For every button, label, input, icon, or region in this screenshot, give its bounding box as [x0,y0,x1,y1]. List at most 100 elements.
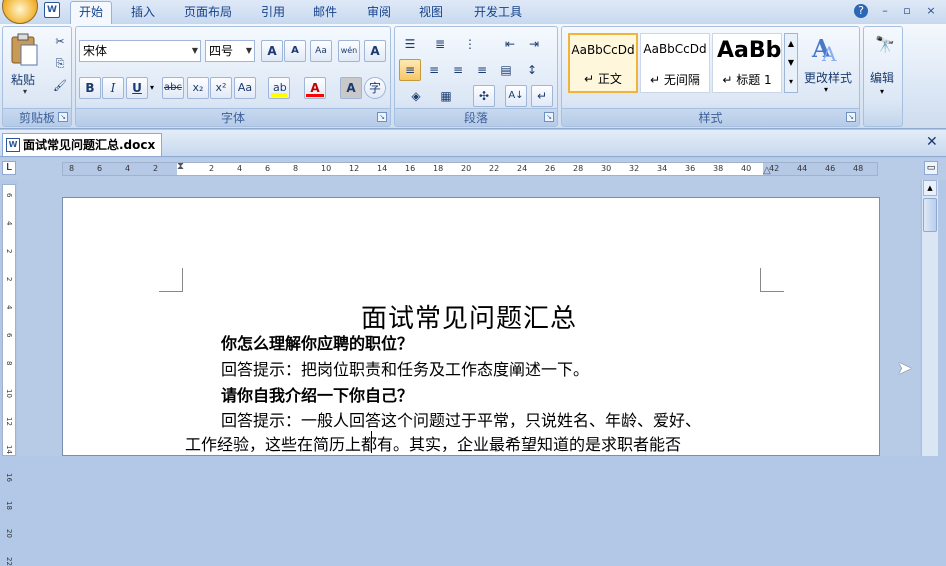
distributed-icon[interactable]: ▤ [495,59,517,81]
minimize-ribbon-button[interactable]: – [876,4,894,18]
styles-launcher-icon[interactable]: ↘ [846,112,856,122]
document-tab[interactable]: W 面试常见问题汇总.docx [2,133,162,156]
enclose-characters-button[interactable]: 字 [364,77,386,99]
line-spacing-icon[interactable]: ↕ [521,59,543,81]
ruler-tick-label: 34 [657,164,668,173]
vertical-scrollbar[interactable]: ▲ [921,180,938,456]
editing-button[interactable]: 编辑 [870,69,894,86]
cut-icon[interactable]: ✂ [49,31,71,53]
bold-button[interactable]: B [79,77,101,99]
font-launcher-icon[interactable]: ↘ [377,112,387,122]
shading-icon[interactable]: ◈ [405,85,427,107]
paste-icon[interactable] [9,33,41,67]
change-case-button[interactable]: Aa [234,77,256,99]
strikethrough-button[interactable]: abc [162,77,184,99]
style-no-spacing[interactable]: AaBbCcDd ↵ 无间隔 [640,33,710,93]
tab-selector-icon[interactable]: L [2,161,16,175]
vertical-ruler[interactable]: 6 4 2 2 4 6 8 10 12 14 16 18 20 22 [2,184,16,566]
horizontal-ruler[interactable]: 8 6 4 2 2 4 6 8 10 12 14 16 18 20 22 24 26 28 30 32 34 36 38 40… [62,161,878,176]
ruler-tick-label: 12 [349,164,360,173]
italic-button[interactable]: I [102,77,124,99]
bullets-icon[interactable]: ☰ [399,33,421,55]
tab-review[interactable]: 审阅 [364,2,394,24]
grow-font-button[interactable]: A [261,40,283,62]
crop-mark [159,268,183,292]
ruler-tick-label: 12 [5,417,13,426]
ruler-tick-label: 8 [5,361,13,366]
font-name-combo[interactable]: 宋体 ▼ [79,40,201,62]
tab-view[interactable]: 视图 [416,2,446,24]
ruler-tick-label: 2 [153,164,159,173]
change-styles-button[interactable]: 更改样式 [804,69,852,86]
ruler-tick-label: 38 [713,164,724,173]
style-sample: AaBbCcDd [571,43,635,57]
paste-dropdown-icon[interactable]: ▾ [23,87,27,96]
style-heading-1[interactable]: AaBb ↵ 标题 1 [712,33,782,93]
numbering-icon[interactable]: ≣ [429,33,451,55]
superscript-button[interactable]: x² [210,77,232,99]
help-button[interactable]: ? [854,4,868,18]
ruler-tick-label: 2 [5,249,13,254]
ribbon-tab-bar: W 开始 插入 页面布局 引用 邮件 审阅 视图 开发工具 ? – ▫ × [0,0,946,25]
underline-button[interactable]: U [126,77,148,99]
character-border-button[interactable]: A [364,40,386,62]
underline-dropdown-icon[interactable]: ▾ [150,83,154,92]
shrink-font-button[interactable]: A [284,40,306,62]
decrease-indent-icon[interactable]: ⇤ [499,33,521,55]
clear-format-icon[interactable]: Aa [310,40,332,62]
paragraph-launcher-icon[interactable]: ↘ [544,112,554,122]
font-size-combo[interactable]: 四号 ▼ [205,40,255,62]
editing-dropdown-icon[interactable]: ▾ [880,87,884,96]
close-button[interactable]: × [922,4,940,18]
ruler-tick-label: 4 [125,164,131,173]
font-color-swatch [306,94,324,97]
subscript-button[interactable]: x₂ [187,77,209,99]
highlight-icon[interactable]: ab [268,77,290,99]
clipboard-launcher-icon[interactable]: ↘ [58,112,68,122]
view-ruler-icon[interactable]: ▭ [924,161,938,175]
style-sample: AaBbCcDd [643,42,707,56]
show-marks-icon[interactable]: ↵ [531,85,553,107]
character-shading-button[interactable]: A [340,77,362,99]
office-button[interactable] [2,0,38,24]
svg-text:ab: ab [273,81,287,94]
change-styles-icon[interactable]: AA [810,33,840,66]
tab-mailings[interactable]: 邮件 [310,2,340,24]
ruler-tick-label: 48 [853,164,864,173]
word-icon[interactable]: W [44,2,60,18]
document-page[interactable]: 面试常见问题汇总 你怎么理解你应聘的职位？ 回答提示：把岗位职责和任务及工作态度… [62,197,880,456]
close-document-icon[interactable]: ✕ [926,134,938,150]
tab-references[interactable]: 引用 [258,2,288,24]
increase-indent-icon[interactable]: ⇥ [523,33,545,55]
ruler-tick-label: 4 [5,221,13,226]
tab-developer[interactable]: 开发工具 [470,2,526,24]
phonetic-guide-button[interactable]: wén [338,40,360,62]
style-normal[interactable]: AaBbCcDd ↵ 正文 [568,33,638,93]
font-group-label: 字体 [76,108,390,126]
right-indent-marker-icon[interactable]: △ [763,165,771,176]
tab-page-layout[interactable]: 页面布局 [180,2,236,24]
align-right-icon[interactable]: ≡ [447,59,469,81]
sort-icon[interactable]: A↓ [505,85,527,107]
asian-layout-icon[interactable]: ✣ [473,85,495,107]
align-center-icon[interactable]: ≡ [423,59,445,81]
restore-button[interactable]: ▫ [898,4,916,18]
align-left-icon[interactable]: ≡ [399,59,421,81]
ruler-tick-label: 22 [5,557,13,566]
tab-home[interactable]: 开始 [70,1,112,25]
format-painter-icon[interactable]: 🖌 [49,75,71,97]
binoculars-icon[interactable]: 🔭 [874,35,896,57]
svg-text:A: A [821,42,837,65]
change-styles-dropdown-icon[interactable]: ▾ [824,85,828,94]
copy-icon[interactable]: ⎘ [49,53,71,75]
scroll-thumb[interactable] [923,198,937,232]
styles-scroll[interactable]: ▲ ▼ ▾ [784,33,798,93]
indent-marker-icon[interactable]: ⧗ [177,161,184,172]
tab-insert[interactable]: 插入 [126,2,160,24]
justify-icon[interactable]: ≡ [471,59,493,81]
multilevel-list-icon[interactable]: ⋮ [459,33,481,55]
paste-button[interactable]: 粘贴 [11,71,35,88]
scroll-up-icon[interactable]: ▲ [923,180,937,196]
document-tab-title: 面试常见问题汇总.docx [23,138,156,152]
borders-icon[interactable]: ▦ [435,85,457,107]
